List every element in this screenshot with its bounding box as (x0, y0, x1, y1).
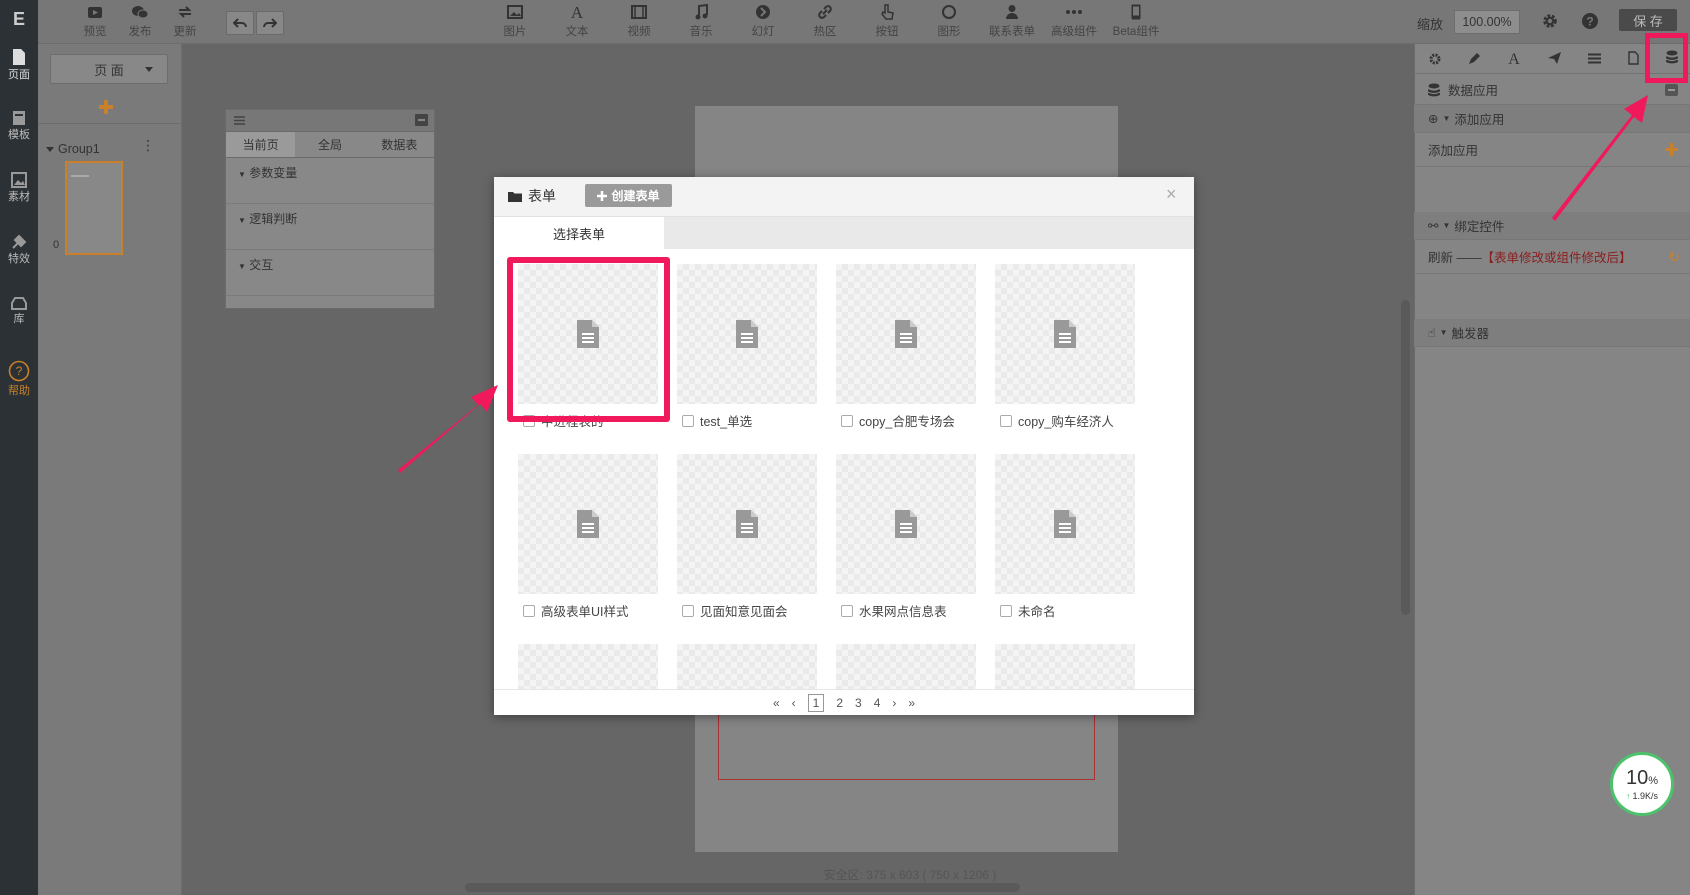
upload-arrow-icon: ↑ (1625, 790, 1631, 801)
network-speed-widget[interactable]: 10% ↑ 1.9K/s (1610, 752, 1674, 816)
network-percent: 10 (1625, 766, 1649, 789)
network-unit: % (1648, 774, 1659, 787)
arrow-to-form (398, 385, 498, 473)
network-speed: 1.9K/s (1632, 790, 1658, 801)
arrow-to-database-tab (1552, 95, 1648, 221)
annotation-arrows (398, 95, 1648, 473)
